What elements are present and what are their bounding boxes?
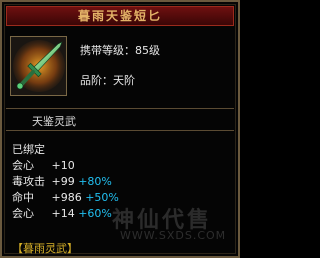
item-tooltip: 暮雨天鉴短匕 携带等级：85级 品阶：天阶 天鉴灵武 已绑定 会心 +10 毒攻…	[0, 0, 240, 258]
divider	[6, 108, 234, 109]
stat-value: +14	[51, 207, 75, 220]
stat-label: 命中	[12, 191, 34, 204]
stat-value: +10	[51, 159, 75, 172]
required-level: 携带等级：85级	[80, 44, 160, 57]
item-title: 暮雨天鉴短匕	[6, 6, 234, 26]
bound-status: 已绑定	[12, 143, 45, 156]
set-link[interactable]: 【暮雨灵武】	[12, 240, 78, 256]
stat-bonus: +60%	[78, 207, 112, 220]
set-name: 天鉴灵武	[32, 115, 76, 128]
stat-bonus: +80%	[78, 175, 112, 188]
stat-line: 会心 +10	[12, 158, 232, 174]
stat-value: +986	[51, 191, 82, 204]
stat-label: 毒攻击	[12, 175, 45, 188]
item-icon-frame	[10, 36, 67, 96]
dagger-icon	[11, 37, 66, 95]
stat-label: 会心	[12, 159, 34, 172]
stat-value: +99	[51, 175, 75, 188]
item-rank: 品阶：天阶	[80, 74, 135, 87]
stat-label: 会心	[12, 207, 34, 220]
divider	[6, 130, 234, 131]
watermark-url: WWW.SXDS.COM	[120, 229, 227, 242]
stat-line: 毒攻击 +99 +80%	[12, 174, 232, 190]
